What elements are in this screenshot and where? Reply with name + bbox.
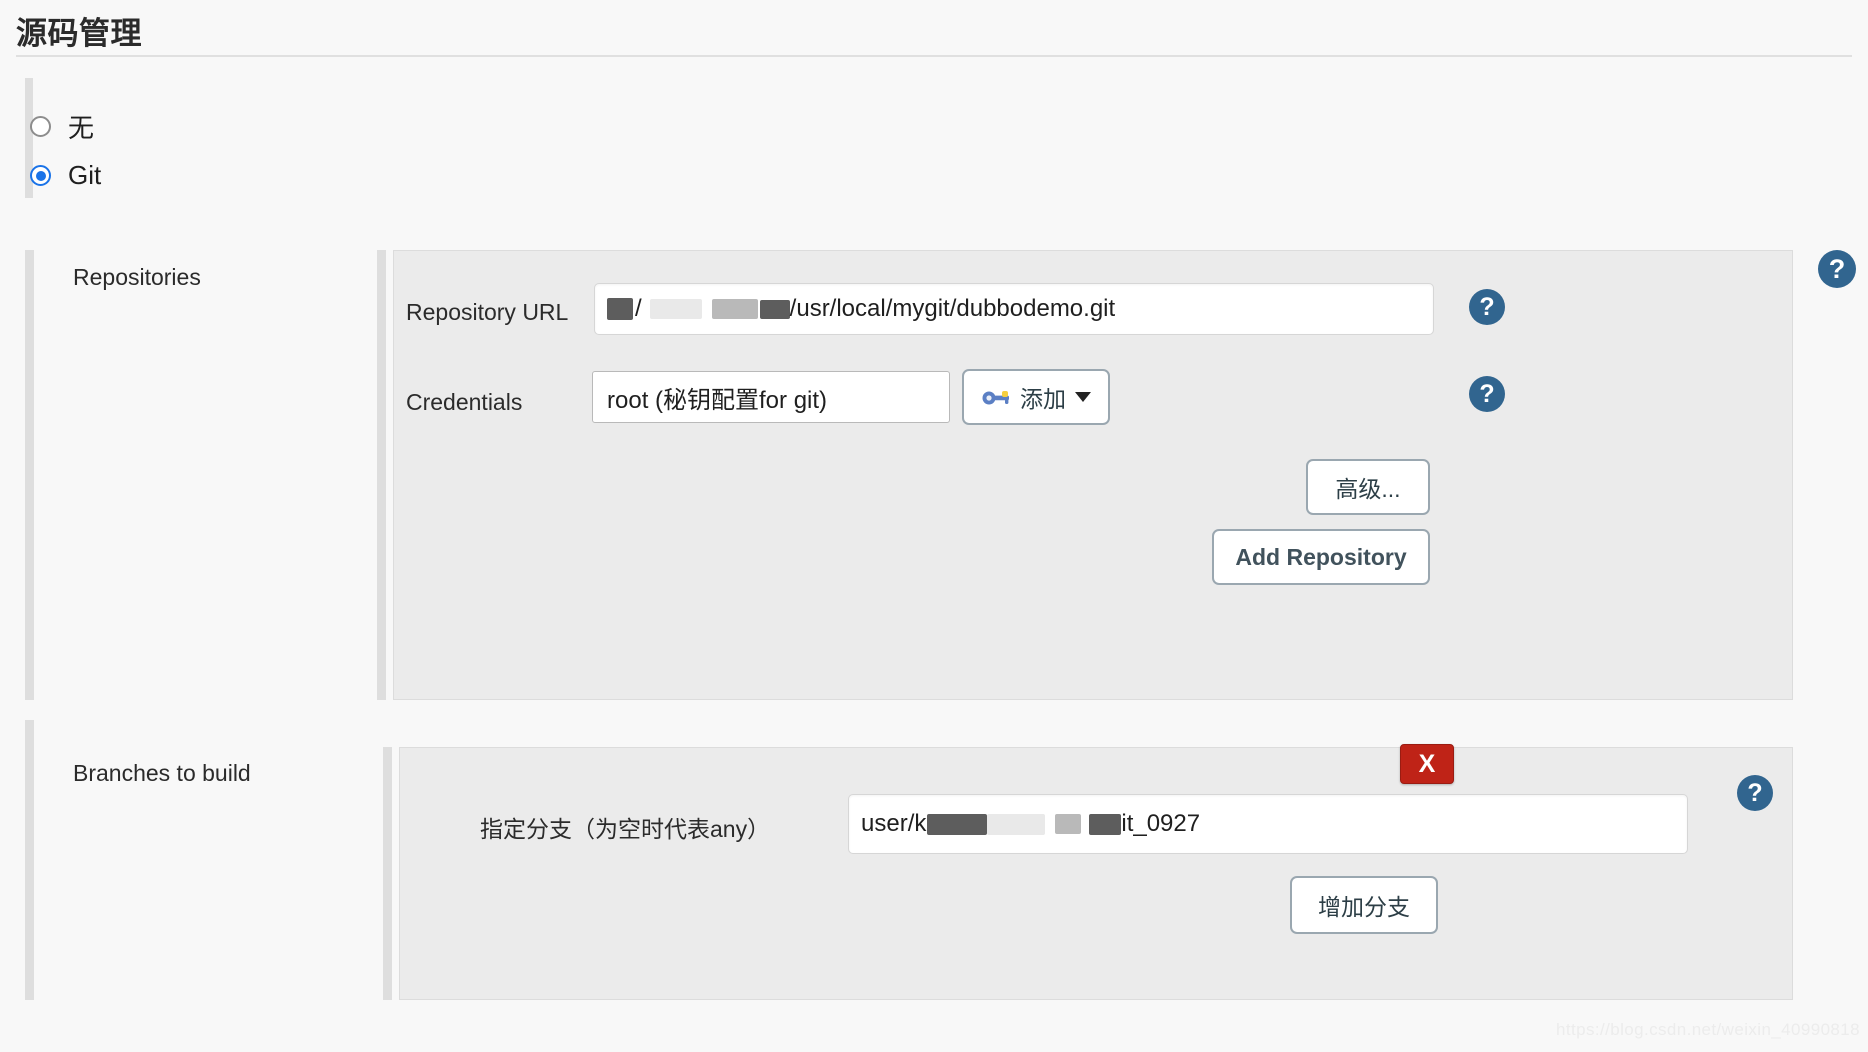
advanced-button-label: 高级... [1335,476,1401,502]
branch-visible-suffix: it_0927 [1121,810,1201,837]
add-credentials-button[interactable]: 添加 [962,369,1110,425]
redaction-block [607,298,633,320]
redaction-block [649,299,702,319]
add-repository-label: Add Repository [1235,543,1407,570]
repository-url-input[interactable]: //usr/local/mygit/dubbodemo.git [594,283,1434,335]
branch-visible-prefix: user/k [861,810,927,837]
title-divider [16,55,1852,57]
add-branch-button[interactable]: 增加分支 [1290,876,1438,934]
repository-url-visible-text: /usr/local/mygit/dubbodemo.git [789,295,1116,322]
key-icon [982,391,1009,405]
repositories-rail [25,250,34,700]
scm-section-help-icon[interactable]: ? [1818,250,1856,288]
repository-url-label: Repository URL [406,299,569,325]
branch-specifier-label: 指定分支（为空时代表any） [480,816,771,842]
radio-git[interactable] [30,165,51,186]
radio-none[interactable] [30,116,51,137]
scm-config-page: 源码管理 无 Git Repositories Repository URL /… [0,0,1868,1052]
credentials-select[interactable]: root (秘钥配置for git) [592,371,950,423]
credentials-selected-value: root (秘钥配置for git) [607,386,828,414]
branch-specifier-input[interactable]: user/k it_0927 [848,794,1688,854]
redaction-block [987,813,1046,835]
repositories-panel-rail [377,250,386,700]
advanced-button[interactable]: 高级... [1306,459,1430,515]
chevron-down-icon [1075,392,1091,402]
delete-branch-button[interactable]: X [1400,744,1454,784]
branches-panel-rail [383,747,392,1000]
repository-url-help-icon[interactable]: ? [1469,289,1505,325]
repositories-block: Repositories Repository URL //usr/local/… [25,250,1835,700]
page-title: 源码管理 [16,16,142,51]
repositories-label: Repositories [73,264,201,290]
credentials-help-icon[interactable]: ? [1469,376,1505,412]
watermark: https://blog.csdn.net/weixin_40990818 [1555,1020,1860,1039]
scm-option-git-label: Git [68,160,102,190]
add-branch-label: 增加分支 [1318,894,1410,920]
branches-label: Branches to build [73,760,251,786]
redaction-block [759,299,790,319]
scm-option-none[interactable]: 无 [30,108,94,145]
redaction-block [711,299,758,319]
repositories-panel: Repository URL //usr/local/mygit/dubbode… [393,250,1793,700]
scm-option-none-label: 无 [68,113,95,143]
branches-block: Branches to build 指定分支（为空时代表any） user/k i… [25,720,1835,1000]
redaction-block [927,813,988,835]
add-credentials-label: 添加 [1020,386,1066,412]
credentials-label: Credentials [406,389,523,415]
redaction-block [1089,813,1122,835]
add-repository-button[interactable]: Add Repository [1212,529,1430,585]
scm-option-git[interactable]: Git [30,160,101,191]
redaction-block [1055,814,1082,834]
branches-rail [25,720,34,1000]
branches-panel: 指定分支（为空时代表any） user/k it_0927 X 增加分支 [399,744,1793,1000]
branches-help-icon[interactable]: ? [1737,775,1773,811]
